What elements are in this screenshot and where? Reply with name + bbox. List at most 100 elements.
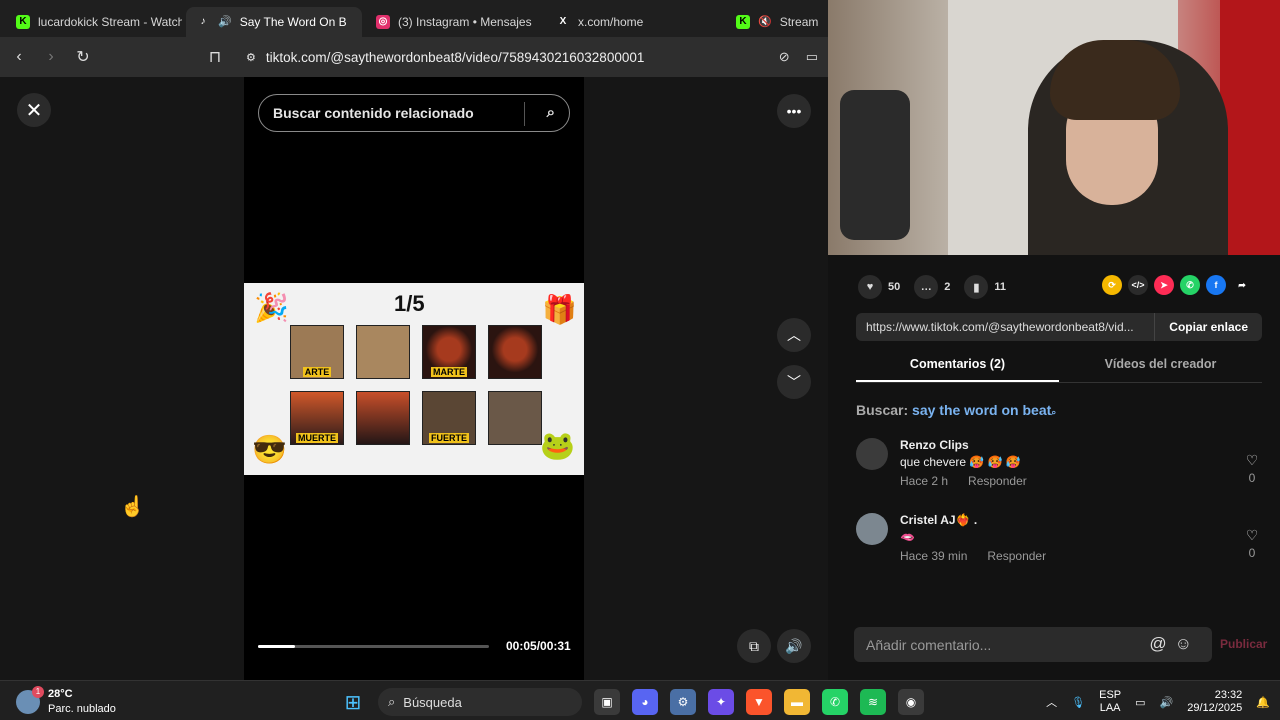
task-view-icon[interactable]: ▣ [594, 689, 620, 715]
share-icon[interactable]: ➦ [1232, 275, 1252, 295]
share-link-text: https://www.tiktok.com/@saythewordonbeat… [866, 320, 1134, 334]
next-video-button[interactable]: ﹀ [777, 365, 811, 399]
back-icon[interactable]: ‹ [10, 48, 28, 66]
weather-widget[interactable]: 1 28°C Parc. nublado [16, 686, 116, 717]
close-icon: ✕ [25, 99, 43, 122]
taskbar-search-label: Búsqueda [403, 694, 462, 710]
url-text: tiktok.com/@saythewordonbeat8/video/7589… [265, 49, 645, 65]
panel-tabs: Comentarios (2) Vídeos del creador [856, 351, 1262, 383]
comment-like-icon[interactable]: ♡ [1242, 527, 1262, 544]
obs-icon[interactable]: ◉ [898, 689, 924, 715]
chevron-up-icon[interactable]: ︿ [1046, 694, 1057, 710]
windows-start-icon[interactable]: ⊞ [340, 689, 366, 715]
app-icon[interactable]: ⚙ [670, 689, 696, 715]
publish-button[interactable]: Publicar [1220, 637, 1267, 651]
language-indicator[interactable]: ESP LAA [1099, 689, 1121, 715]
comment-item: Cristel AJ❤️‍🔥 . 🫦 Hace 39 min Responder … [856, 513, 1262, 573]
search-icon[interactable]: ⌕ [547, 104, 555, 121]
clock-time: 23:32 [1214, 689, 1243, 701]
round-counter: 1/5 [394, 291, 425, 316]
details-panel: ♥ 50 … 2 ▮ 11 ⟳ </> ➤ ✆ f ➦ https://www.… [828, 255, 1280, 680]
spotify-icon[interactable]: ≋ [860, 689, 886, 715]
whatsapp-icon[interactable]: ✆ [1180, 275, 1200, 295]
mute-icon: 🔇 [758, 16, 772, 28]
avatar[interactable] [856, 513, 888, 545]
chevron-down-icon: ﹀ [787, 374, 801, 390]
close-video-button[interactable]: ✕ [17, 93, 51, 127]
comment-item: Renzo Clips que chevere 🥵 🥵 🥵 Hace 2 h Re… [856, 438, 1262, 498]
bookmark-icon[interactable]: ⊓ [206, 47, 224, 67]
related-search-input[interactable]: Buscar contenido relacionado ⌕ [258, 94, 570, 132]
reload-icon[interactable]: ↻ [74, 47, 92, 67]
copy-link-button[interactable]: Copiar enlace [1154, 313, 1262, 341]
network-icon[interactable]: ▭ [1135, 696, 1145, 709]
cell-label: FUERTE [429, 433, 469, 443]
send-icon[interactable]: ➤ [1154, 275, 1174, 295]
weather-icon: 1 [16, 686, 44, 714]
chevron-up-icon: ︿ [787, 327, 801, 343]
video-progress-bar[interactable] [258, 645, 489, 648]
tab-x[interactable]: X x.com/home [546, 7, 722, 37]
tab-comments[interactable]: Comentarios (2) [856, 351, 1059, 382]
copilot-icon[interactable]: ✦ [708, 689, 734, 715]
party-popper-icon: 🎉 [254, 292, 289, 323]
microphone-icon[interactable]: 🎙 [1071, 696, 1085, 709]
screen-icon[interactable]: ▭ [806, 49, 818, 65]
comment-like-icon[interactable]: ♡ [1242, 452, 1262, 469]
reply-button[interactable]: Responder [968, 474, 1027, 488]
speaker-icon: 🔊 [218, 16, 232, 28]
tab-kick-stream[interactable]: K lucardokick Stream - Watch [6, 7, 182, 37]
volume-button[interactable]: 🔊 [777, 629, 811, 663]
grid-cell-strong-2 [488, 391, 542, 445]
related-search-link[interactable]: say the word on beat [912, 402, 1051, 418]
site-info-icon[interactable]: ⚙ [246, 51, 256, 64]
like-count: 50 [888, 281, 901, 293]
notification-badge: 1 [32, 686, 44, 698]
mouse-cursor-icon: ☝ [120, 496, 145, 518]
save-button[interactable]: ▮ 11 [964, 275, 1006, 299]
discord-icon[interactable]: ◕ [632, 689, 658, 715]
whatsapp-icon[interactable]: ✆ [822, 689, 848, 715]
tab-tiktok[interactable]: ♪ 🔊 Say The Word On B ✕ [186, 6, 362, 37]
more-options-button[interactable]: ••• [777, 94, 811, 128]
embed-icon[interactable]: </> [1128, 275, 1148, 295]
tab-creator-videos[interactable]: Vídeos del creador [1059, 351, 1262, 382]
comment-author[interactable]: Cristel AJ❤️‍🔥 . [900, 513, 977, 527]
volume-icon[interactable]: 🔊 [1160, 696, 1174, 709]
forward-icon[interactable]: › [42, 48, 60, 66]
no-cast-icon[interactable]: ⊘ [779, 49, 790, 65]
comment-input[interactable]: Añadir comentario... @☺ [854, 627, 1212, 662]
reply-button[interactable]: Responder [987, 549, 1046, 563]
comment-count: 2 [944, 281, 951, 293]
tab-kick-stream-2[interactable]: K 🔇 Stream - [726, 7, 822, 37]
address-bar[interactable]: ⚙ tiktok.com/@saythewordonbeat8/video/75… [238, 42, 765, 72]
clock[interactable]: 23:32 29/12/2025 [1187, 689, 1242, 715]
comment-button[interactable]: … 2 [914, 275, 950, 299]
weather-temp: 28°C [48, 688, 73, 700]
screen: K lucardokick Stream - Watch ♪ 🔊 Say The… [0, 0, 1280, 720]
file-explorer-icon[interactable]: ▬ [784, 689, 810, 715]
close-tab-icon[interactable]: ✕ [361, 14, 362, 30]
cam-hair [1050, 40, 1180, 120]
avatar[interactable] [856, 438, 888, 470]
search-placeholder: Buscar contenido relacionado [273, 105, 474, 121]
notification-bell-icon[interactable]: 🔔 [1256, 696, 1270, 709]
repost-icon[interactable]: ⟳ [1102, 275, 1122, 295]
tab-instagram[interactable]: ◎ (3) Instagram • Mensajes [366, 7, 542, 37]
share-link-box[interactable]: https://www.tiktok.com/@saythewordonbeat… [856, 313, 1262, 341]
brave-icon[interactable]: ▼ [746, 689, 772, 715]
frog-icon: 🐸 [540, 430, 575, 461]
related-search-prefix: Buscar: [856, 402, 909, 418]
tab-label: lucardokick Stream - Watch [38, 14, 182, 29]
video-player[interactable]: Buscar contenido relacionado ⌕ 🎉 1/5 🎁 A… [244, 77, 584, 680]
previous-video-button[interactable]: ︿ [777, 318, 811, 352]
word-grid: ARTE MARTE MUERTE FUERTE [290, 325, 542, 445]
like-button[interactable]: ♥ 50 [858, 275, 900, 299]
pip-button[interactable]: ⧉ [737, 629, 771, 663]
taskbar-search[interactable]: ⌕ Búsqueda [378, 688, 582, 716]
facebook-icon[interactable]: f [1206, 275, 1226, 295]
comment-author[interactable]: Renzo Clips [900, 438, 969, 452]
mention-emoji-icons[interactable]: @☺ [1149, 634, 1200, 654]
windows-taskbar: 1 28°C Parc. nublado ⊞ ⌕ Búsqueda ▣ ◕ ⚙ … [0, 680, 1280, 720]
share-row: ⟳ </> ➤ ✆ f ➦ [1102, 275, 1252, 295]
